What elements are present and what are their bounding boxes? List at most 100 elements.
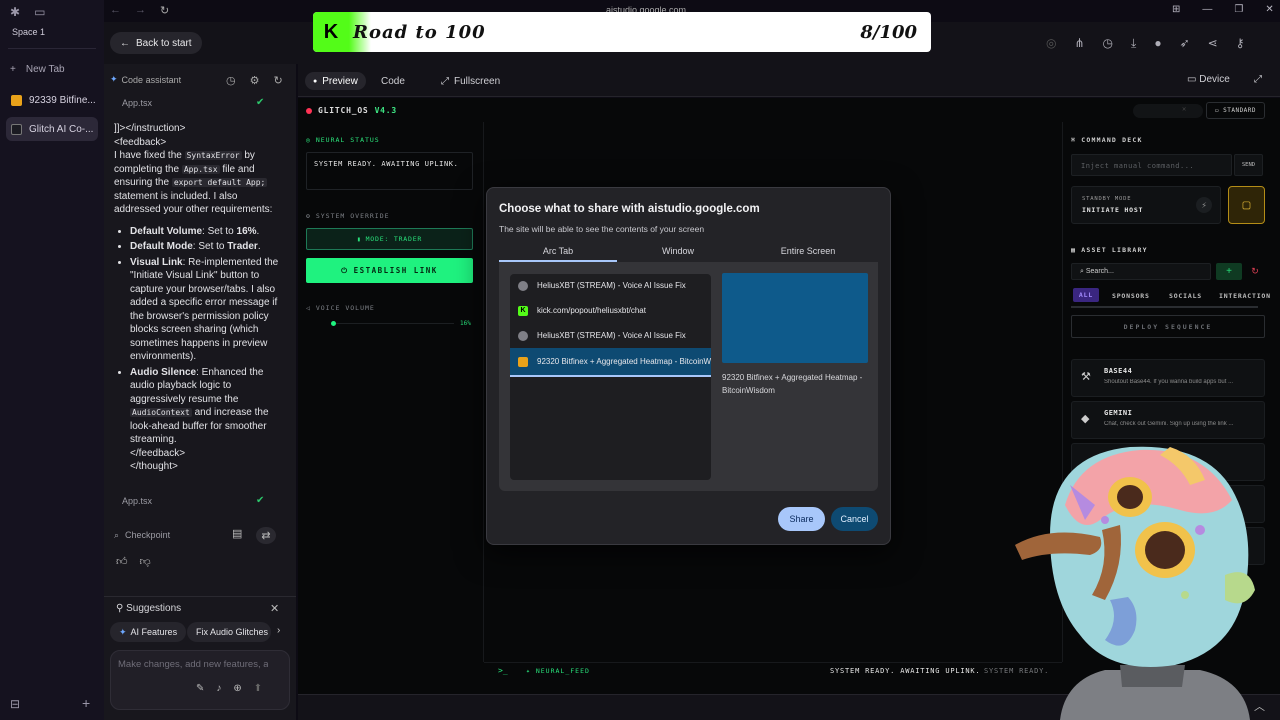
list-item[interactable]: HeliusXBT (STREAM) - Voice AI Issue Fix bbox=[510, 273, 711, 298]
checkpoint-actions: ▤ ⇄ bbox=[232, 527, 276, 544]
add-space-icon[interactable]: + bbox=[82, 695, 90, 711]
message-line: </feedback> bbox=[130, 447, 186, 459]
webcam-overlay bbox=[1010, 425, 1280, 720]
chat-bubble-button[interactable]: ▢ bbox=[1228, 186, 1265, 224]
thumbs-up-icon[interactable]: 👍︎ bbox=[116, 555, 128, 568]
close-suggestions-icon[interactable]: ✕ bbox=[270, 602, 279, 615]
suggestion-chip-fix-audio[interactable]: Fix Audio Glitches bbox=[187, 622, 271, 642]
device-selector[interactable]: ▭ Device bbox=[1187, 74, 1230, 85]
cancel-button[interactable]: Cancel bbox=[831, 507, 878, 531]
feedback-buttons: 👍︎ 👎︎ bbox=[116, 555, 151, 568]
filter-interaction[interactable]: INTERACTION bbox=[1219, 292, 1277, 300]
refresh-icon[interactable]: ↻ bbox=[1246, 263, 1264, 280]
forward-arrow-icon[interactable]: → bbox=[135, 4, 146, 17]
label-text: ASSET LIBRARY bbox=[1081, 246, 1148, 254]
bold-text: Visual Link bbox=[130, 256, 183, 268]
github-icon[interactable]: ● bbox=[1154, 36, 1161, 51]
list-item: Default Mode: Set to Trader. bbox=[130, 240, 284, 254]
magic-pen-icon[interactable]: ✎ bbox=[196, 683, 204, 694]
history-icon[interactable]: ◷ bbox=[226, 74, 236, 87]
search-icon: ⌕ bbox=[1080, 268, 1084, 275]
tab-fullscreen[interactable]: ⤢ Fullscreen bbox=[433, 72, 508, 90]
back-arrow-icon[interactable]: ← bbox=[110, 4, 121, 17]
filter-all[interactable]: ALL bbox=[1073, 288, 1099, 302]
settings-gear-icon[interactable]: ⚙ bbox=[250, 74, 260, 87]
archive-icon[interactable]: ⊟ bbox=[10, 697, 20, 711]
tab-arc-tab[interactable]: Arc Tab bbox=[495, 246, 621, 256]
label-text: NEURAL_FEED bbox=[535, 667, 590, 675]
arc-logo-icon[interactable]: ✱ bbox=[10, 5, 20, 19]
asset-card-base44[interactable] bbox=[1071, 359, 1265, 397]
share-icon[interactable]: ⋖ bbox=[1208, 36, 1218, 51]
file-row-bottom[interactable]: App.tsx bbox=[122, 496, 152, 506]
tab-entire-screen[interactable]: Entire Screen bbox=[745, 246, 871, 256]
add-asset-button[interactable]: + bbox=[1216, 263, 1242, 280]
filter-scrollbar bbox=[1071, 306, 1258, 308]
new-tab-button[interactable]: + New Tab bbox=[10, 64, 65, 75]
history-icon[interactable]: ◷ bbox=[1103, 36, 1113, 51]
sidebar-tab-bitfinex[interactable]: 92339 Bitfine... bbox=[6, 88, 98, 112]
list-item[interactable]: HeliusXBT (STREAM) - Voice AI Issue Fix bbox=[510, 323, 711, 348]
close-window-icon[interactable]: ✕ bbox=[1265, 4, 1273, 15]
restore-icon[interactable]: ⇄ bbox=[256, 527, 276, 544]
assistant-title: Code assistant bbox=[121, 74, 182, 85]
add-circle-icon[interactable]: ⊕ bbox=[233, 683, 241, 694]
volume-slider-thumb[interactable] bbox=[330, 321, 336, 326]
refresh-icon[interactable]: ↻ bbox=[273, 74, 282, 87]
x-icon: ✕ bbox=[1182, 105, 1187, 113]
reload-icon[interactable]: ↻ bbox=[160, 4, 169, 17]
back-to-start-button[interactable]: ← Back to start bbox=[110, 32, 202, 54]
suggestion-chip-ai-features[interactable]: ✦ AI Features bbox=[110, 622, 187, 642]
list-item[interactable]: K kick.com/popout/heliusxbt/chat bbox=[510, 298, 711, 323]
lightning-icon[interactable]: ⚡︎ bbox=[1196, 197, 1212, 213]
maximize-icon[interactable]: ❐ bbox=[1234, 4, 1243, 15]
establish-link-button[interactable]: ⏻ ESTABLISH LINK bbox=[306, 258, 473, 283]
volume-slider-track[interactable] bbox=[332, 323, 454, 324]
file-row-top[interactable]: App.tsx bbox=[122, 98, 152, 108]
sidebar-toggle-icon[interactable]: ▭ bbox=[34, 5, 45, 19]
tab-code[interactable]: Code bbox=[373, 72, 413, 90]
command-input[interactable]: Inject manual command... bbox=[1071, 154, 1232, 176]
share-button[interactable]: Share bbox=[778, 507, 825, 531]
filter-sponsors[interactable]: SPONSORS bbox=[1112, 292, 1150, 300]
mode-toggle[interactable] bbox=[1133, 104, 1203, 118]
sparkle-icon: ✦ bbox=[119, 626, 127, 637]
app-title: GLITCH_OS V4.3 bbox=[306, 106, 397, 115]
chevron-right-icon[interactable]: › bbox=[277, 625, 280, 636]
item-label: HeliusXBT (STREAM) - Voice AI Issue Fix bbox=[537, 281, 686, 290]
deploy-sequence-button[interactable]: DEPLOY SEQUENCE bbox=[1071, 315, 1265, 338]
document-icon[interactable]: ▤ bbox=[232, 527, 242, 544]
open-external-icon[interactable]: ⤢ bbox=[1254, 74, 1262, 85]
asset-search-input[interactable]: ⌕ Search... bbox=[1071, 263, 1211, 280]
split-view-icon[interactable]: ⊞ bbox=[1172, 4, 1180, 15]
send-arrow-icon[interactable]: ⬆ bbox=[254, 683, 262, 694]
tab-window[interactable]: Window bbox=[615, 246, 741, 256]
tab-label: Preview bbox=[322, 75, 358, 87]
suggestions-label: Suggestions bbox=[126, 603, 182, 614]
device-label: Device bbox=[1199, 74, 1230, 85]
api-key-icon[interactable]: ⚷ bbox=[1236, 36, 1245, 51]
requirements-list: Default Volume: Set to 16%. Default Mode… bbox=[130, 225, 284, 474]
list-item-selected[interactable]: 92320 Bitfinex + Aggregated Heatmap - Bi… bbox=[510, 348, 711, 377]
deploy-rocket-icon[interactable]: ➶ bbox=[1180, 36, 1190, 51]
mode-trader-button[interactable]: ▮ MODE: TRADER bbox=[306, 228, 473, 250]
assistant-header: ✦ Code assistant bbox=[110, 74, 181, 85]
message-line: </thought> bbox=[130, 461, 178, 472]
minimize-icon[interactable]: — bbox=[1202, 4, 1212, 15]
sidebar-tab-glitch[interactable]: Glitch AI Co-... bbox=[6, 117, 98, 141]
tab-label: Code bbox=[381, 75, 405, 87]
standard-mode-button[interactable]: ▭ STANDARD bbox=[1206, 102, 1266, 119]
download-icon[interactable]: ⤓ bbox=[1131, 36, 1136, 51]
tab-preview[interactable]: ● Preview bbox=[305, 72, 366, 90]
send-button[interactable]: SEND bbox=[1234, 154, 1263, 176]
text: statement is included. I also addressed … bbox=[114, 190, 273, 216]
prompt-placeholder[interactable]: Make changes, add new features, ask for … bbox=[118, 659, 268, 670]
share-network-icon[interactable]: ⋔ bbox=[1074, 36, 1084, 51]
filter-socials[interactable]: SOCIALS bbox=[1169, 292, 1202, 300]
bold-text: Trader bbox=[227, 241, 258, 252]
plus-icon: + bbox=[10, 64, 16, 75]
microphone-icon[interactable]: ♪ bbox=[216, 683, 221, 694]
thumbs-down-icon[interactable]: 👎︎ bbox=[140, 555, 151, 568]
volume-percent: 16% bbox=[460, 320, 471, 327]
brain-icon: ◎ bbox=[306, 136, 311, 144]
